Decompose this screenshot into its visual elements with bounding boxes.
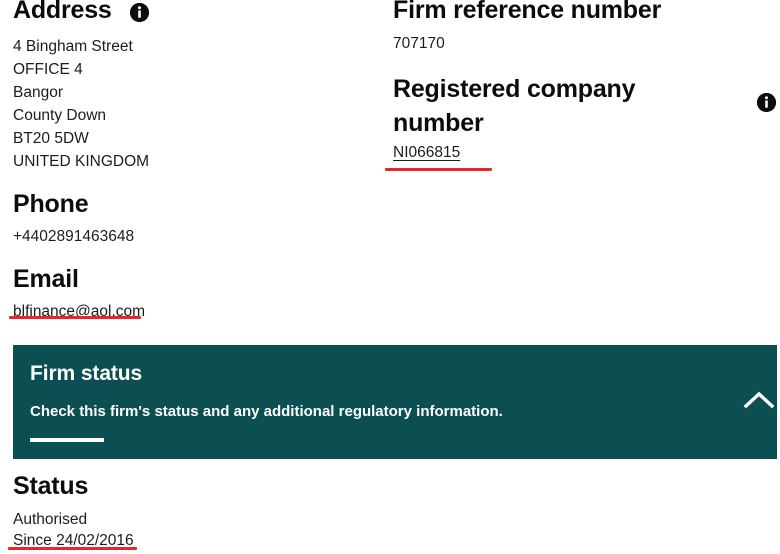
email-heading: Email bbox=[13, 265, 79, 293]
phone-heading: Phone bbox=[13, 190, 89, 218]
address-heading: Address bbox=[13, 0, 112, 24]
status-value: Authorised bbox=[13, 511, 88, 528]
annotation-status-since-underline bbox=[8, 547, 137, 550]
address-line: Bangor bbox=[13, 84, 63, 101]
address-info-icon[interactable] bbox=[130, 3, 149, 22]
firm-status-subtitle: Check this firm's status and any additio… bbox=[30, 403, 503, 420]
address-line: County Down bbox=[13, 107, 107, 124]
address-line: 4 Bingham Street bbox=[13, 38, 133, 55]
status-heading: Status bbox=[13, 472, 89, 500]
registered-company-number-link[interactable]: NI066815 bbox=[393, 142, 460, 163]
firm-reference-number-value: 707170 bbox=[393, 35, 445, 52]
registered-company-number-info-icon[interactable] bbox=[757, 93, 776, 112]
annotation-registered-company-number-underline bbox=[385, 168, 492, 171]
firm-reference-number-heading: Firm reference number bbox=[393, 0, 662, 24]
address-line: UNITED KINGDOM bbox=[13, 153, 150, 170]
annotation-email-underline bbox=[9, 316, 141, 319]
address-line: OFFICE 4 bbox=[13, 61, 83, 78]
firm-status-banner[interactable]: Firm status Check this firm's status and… bbox=[13, 345, 777, 459]
phone-value: +4402891463648 bbox=[13, 228, 135, 245]
firm-details-page: Address 4 Bingham Street OFFICE 4 Bangor… bbox=[0, 0, 780, 554]
address-line: BT20 5DW bbox=[13, 130, 89, 147]
firm-status-divider bbox=[30, 438, 104, 442]
registered-company-number-heading: Registered company number bbox=[393, 75, 636, 137]
chevron-up-icon[interactable] bbox=[731, 378, 780, 424]
firm-status-title: Firm status bbox=[30, 362, 143, 385]
